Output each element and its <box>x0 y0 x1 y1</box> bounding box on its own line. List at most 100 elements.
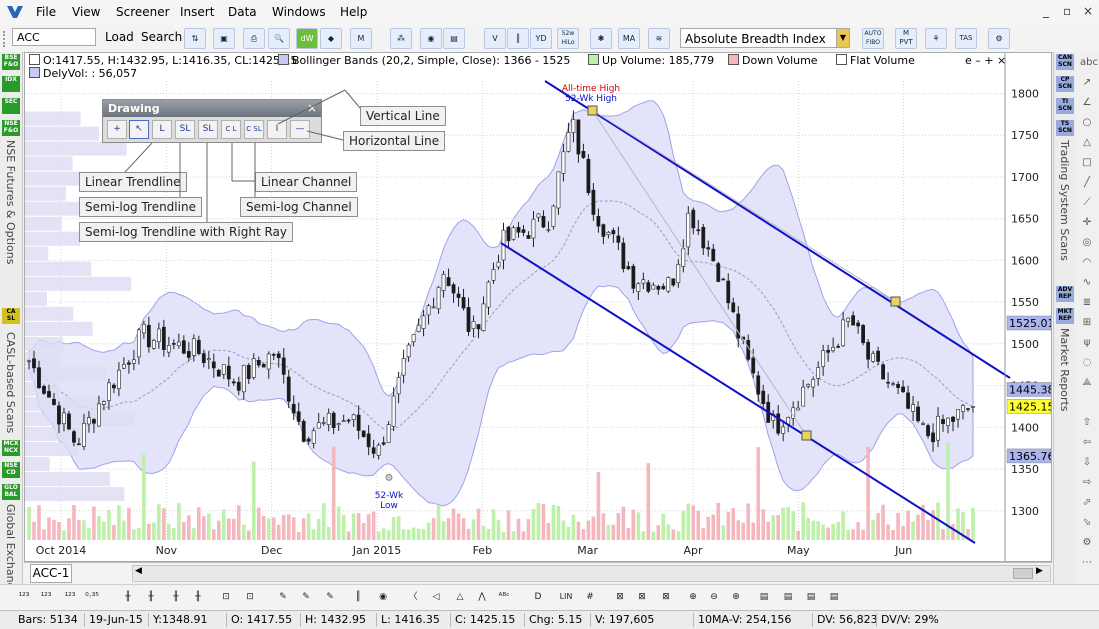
fib-icon[interactable]: ≣ <box>1080 296 1094 310</box>
pitchfork-icon[interactable]: ψ <box>1080 336 1094 350</box>
doc-4-icon[interactable]: ▤ <box>826 589 842 605</box>
grid-icon[interactable]: # <box>582 589 598 605</box>
section-trading-system-scans[interactable]: Trading System Scans <box>1058 140 1071 261</box>
fit-3-icon[interactable]: ⊠ <box>658 589 674 605</box>
wave-icon[interactable]: ∿ <box>1080 276 1094 290</box>
tab-acc-1[interactable]: ACC-1 <box>30 564 72 583</box>
linear-channel-tool-icon[interactable]: C L <box>221 120 241 139</box>
cross-icon[interactable]: ✛ <box>1080 216 1094 230</box>
badge-ts-scn[interactable]: TS SCN <box>1056 120 1074 136</box>
section-casl-scans[interactable]: CASL-based Scans <box>4 332 17 433</box>
menu-file[interactable]: File <box>36 5 56 19</box>
scroll-thumb[interactable] <box>1013 568 1033 579</box>
pointer-tool-icon[interactable]: ↖ <box>129 120 149 139</box>
triangle-icon[interactable]: △ <box>1080 136 1094 150</box>
arrow-icon[interactable]: ↗ <box>1080 76 1094 90</box>
arc-icon[interactable]: ◠ <box>1080 256 1094 270</box>
scroll-left-icon[interactable]: ◀ <box>135 566 142 576</box>
bars-icon[interactable]: ╫ <box>120 589 136 605</box>
pencil-3-icon[interactable]: ✎ <box>322 589 338 605</box>
zoom-2-icon[interactable]: ⊡ <box>242 589 258 605</box>
horizontal-line-tool-icon[interactable]: — <box>290 120 310 139</box>
more-icon[interactable]: ⋯ <box>1080 556 1094 570</box>
square-icon[interactable]: □ <box>1080 156 1094 170</box>
circle-icon[interactable]: ○ <box>1080 116 1094 130</box>
number-format-icon[interactable]: ¹²³ <box>16 589 32 605</box>
zoom-in-icon[interactable]: ⊕ <box>685 589 701 605</box>
d-icon[interactable]: D <box>530 589 546 605</box>
arrow-left-icon[interactable]: ⇦ <box>1080 436 1094 450</box>
menu-insert[interactable]: Insert <box>180 5 214 19</box>
zoom-out-icon[interactable]: ⊖ <box>706 589 722 605</box>
search-button[interactable]: Search <box>141 30 182 44</box>
semilog-trendline-ray-tool-icon[interactable]: SL <box>198 120 218 139</box>
scan-icon[interactable]: ⚘ <box>925 28 947 49</box>
triangle-tool-icon[interactable]: ◁ <box>428 589 444 605</box>
indicator-select[interactable]: Absolute Breadth Index (ABI ▼ <box>680 28 850 66</box>
globe-icon[interactable]: ◉ <box>420 28 442 49</box>
pattern-icon[interactable]: △ <box>452 589 468 605</box>
doc-2-icon[interactable]: ▤ <box>780 589 796 605</box>
gann-icon[interactable]: ⊞ <box>1080 316 1094 330</box>
vertical-line-tool-icon[interactable]: I <box>267 120 287 139</box>
chart-window-controls[interactable]: e – + × <box>965 54 1006 67</box>
arrow-ne-icon[interactable]: ⬀ <box>1080 496 1094 510</box>
menu-screener[interactable]: Screener <box>116 5 170 19</box>
bars-4-icon[interactable]: ╫ <box>190 589 206 605</box>
pencil-icon[interactable]: ✎ <box>275 589 291 605</box>
fit-icon[interactable]: ⊠ <box>612 589 628 605</box>
arrow-se-icon[interactable]: ⬂ <box>1080 516 1094 530</box>
arrow-up-icon[interactable]: ⇧ <box>1080 416 1094 430</box>
mom-button[interactable]: M <box>350 28 372 49</box>
badge-nse-fo[interactable]: NSE F&O <box>2 120 20 136</box>
badge-mkt-rep[interactable]: MKT REP <box>1056 308 1074 324</box>
arrow-right-icon[interactable]: ⇨ <box>1080 476 1094 490</box>
ellipse-icon[interactable]: ◎ <box>1080 236 1094 250</box>
angle-icon[interactable]: ∠ <box>1080 96 1094 110</box>
doc-3-icon[interactable]: ▤ <box>803 589 819 605</box>
badge-sec[interactable]: SEC <box>2 98 20 114</box>
yd-icon[interactable]: YD <box>530 28 552 49</box>
badge-cp-scn[interactable]: CP SCN <box>1056 76 1074 92</box>
tas-button[interactable]: TAS <box>955 28 977 49</box>
chart-type-icon[interactable]: V <box>484 28 506 49</box>
abc-wave-icon[interactable]: ᴬᴮᶜ <box>496 589 512 605</box>
pattern-2-icon[interactable]: ⋀ <box>474 589 490 605</box>
signal-icon[interactable]: ◆ <box>320 28 342 49</box>
symbol-input[interactable]: ACC <box>12 28 96 46</box>
overlay-icon[interactable]: ≋ <box>648 28 670 49</box>
menu-windows[interactable]: Windows <box>272 5 326 19</box>
settings-icon[interactable]: ⚙ <box>1080 536 1094 550</box>
semilog-channel-tool-icon[interactable]: C SL <box>244 120 264 139</box>
scroll-right-icon[interactable]: ▶ <box>1036 566 1043 576</box>
zoom-reset-icon[interactable]: ⊕ <box>728 589 744 605</box>
number-format-3-icon[interactable]: ¹²³ <box>62 589 78 605</box>
decimal-icon[interactable]: ⁰·³⁵ <box>84 589 100 605</box>
tools-icon[interactable]: ⚙ <box>988 28 1010 49</box>
arrow-down-icon[interactable]: ⇩ <box>1080 456 1094 470</box>
minimize-button[interactable]: _ <box>1043 4 1049 18</box>
speed-icon[interactable]: ⟁ <box>1080 376 1094 390</box>
lin-button[interactable]: LIN <box>558 589 574 605</box>
menu-view[interactable]: View <box>72 5 100 19</box>
menu-data[interactable]: Data <box>228 5 257 19</box>
angle-tool-icon[interactable]: 〈 <box>405 589 421 605</box>
restore-button[interactable]: ▫ <box>1063 4 1071 18</box>
print-icon[interactable]: ⎙ <box>243 28 265 49</box>
bars-2-icon[interactable]: ╫ <box>143 589 159 605</box>
indicator-menu-icon[interactable]: ✱ <box>590 28 612 49</box>
layout-icon[interactable]: ▤ <box>443 28 465 49</box>
abc-icon[interactable]: abc <box>1080 56 1098 70</box>
number-format-2-icon[interactable]: ¹²³ <box>38 589 54 605</box>
load-button[interactable]: Load <box>105 30 134 44</box>
cycle-icon[interactable]: ◌ <box>1080 356 1094 370</box>
badge-adv-rep[interactable]: ADV REP <box>1056 286 1074 302</box>
semilog-trendline-tool-icon[interactable]: SL <box>175 120 195 139</box>
crosshair-tool-icon[interactable]: + <box>107 120 127 139</box>
link-icon[interactable]: ⁂ <box>390 28 412 49</box>
badge-casl[interactable]: CA SL <box>2 308 20 324</box>
linear-trendline-tool-icon[interactable]: L <box>152 120 172 139</box>
zoom-icon[interactable]: ⊡ <box>218 589 234 605</box>
mpvt-button[interactable]: M PVT <box>895 28 917 49</box>
chevron-down-icon[interactable]: ▼ <box>836 29 849 47</box>
